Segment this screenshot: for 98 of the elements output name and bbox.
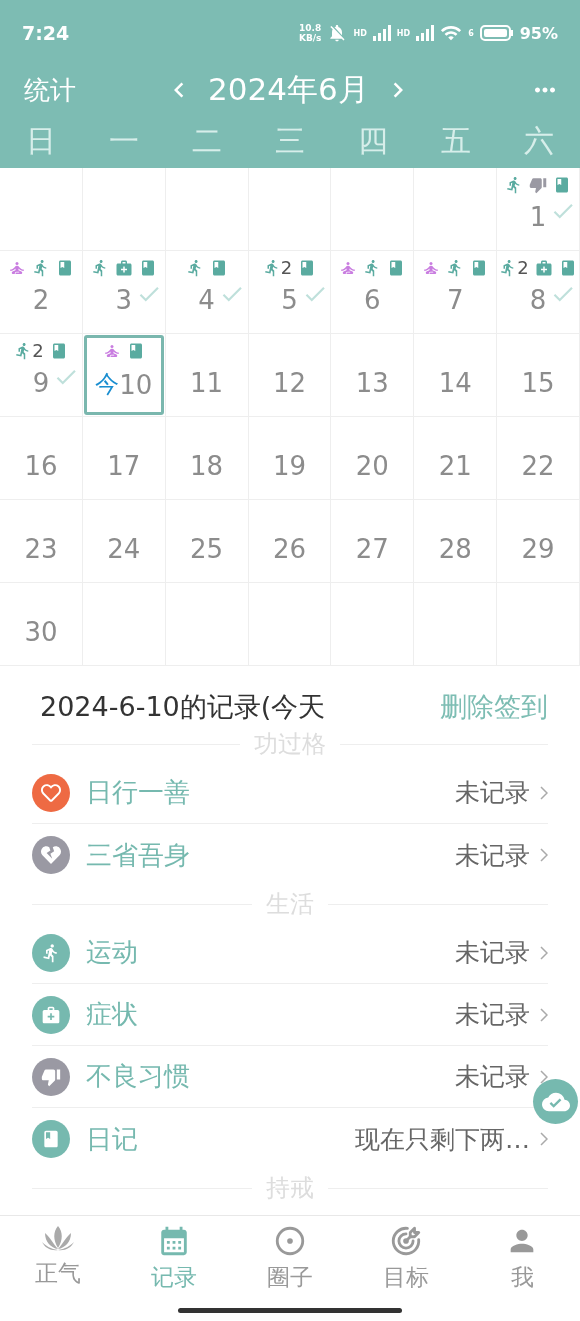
weekday-label: 二 xyxy=(191,122,224,160)
calendar-day-cell[interactable]: 17 xyxy=(82,417,166,500)
month-title: 2024年6月 xyxy=(208,70,369,109)
day-number: 17 xyxy=(107,451,141,481)
day-number: 25 xyxy=(190,534,224,564)
network-speed: 10.8 KB/s xyxy=(298,23,322,43)
day-number: 26 xyxy=(272,534,307,564)
calendar-day-cell[interactable]: 29 xyxy=(497,500,580,583)
calendar-day-cell[interactable]: 12 xyxy=(248,334,332,417)
tab-item[interactable]: 目标 xyxy=(348,1224,464,1321)
record-label[interactable]: 三省吾身 xyxy=(86,837,190,873)
calendar-day-cell[interactable]: 22 xyxy=(497,417,580,500)
day-number: 8 xyxy=(529,285,547,315)
record-value: 现在只剩下两… xyxy=(355,1123,530,1156)
day-number: 18 xyxy=(190,451,224,481)
calendar-day-cell[interactable]: 11 xyxy=(165,334,249,417)
calendar-day-cell[interactable]: 21 xyxy=(414,417,498,500)
day-number: 22 xyxy=(521,451,555,481)
day-number: 13 xyxy=(355,368,389,398)
weekday-label: 一 xyxy=(108,122,141,160)
day-number: 9 xyxy=(32,368,50,398)
weekday-label: 三 xyxy=(274,122,306,160)
day-number: 27 xyxy=(355,534,389,564)
day-number: 14 xyxy=(438,368,472,398)
calendar-day-cell[interactable]: 16 xyxy=(0,417,83,500)
record-date-title: 2024-6-10的记录(今天 xyxy=(40,690,326,724)
day-number: 7 xyxy=(446,285,464,315)
battery-percent: 95% xyxy=(519,23,558,43)
calendar-day-cell[interactable]: 3 xyxy=(82,251,166,334)
day-number: 28 xyxy=(438,534,472,564)
weekday-label: 四 xyxy=(356,122,389,160)
calendar-day-cell[interactable]: 2 xyxy=(0,251,83,334)
calendar-day-cell[interactable]: 4 xyxy=(165,251,249,334)
day-number: 4 xyxy=(198,285,215,315)
day-number: 16 xyxy=(24,451,58,481)
day-number: 30 xyxy=(24,617,58,647)
calendar-day-cell[interactable]: 18 xyxy=(165,417,249,500)
tab-item[interactable]: 圈子 xyxy=(232,1224,348,1321)
day-number: 23 xyxy=(24,534,58,564)
record-value: 未记录 xyxy=(455,1061,530,1093)
weekday-label: 六 xyxy=(522,122,555,160)
mark-count: 2 xyxy=(280,259,293,277)
day-number: 2 xyxy=(32,285,50,315)
day-number: 10 xyxy=(119,370,153,400)
day-number: 5 xyxy=(281,285,298,315)
record-value: 未记录 xyxy=(455,777,530,809)
delete-checkin-link[interactable]: 删除签到 xyxy=(440,689,548,725)
calendar-day-cell[interactable]: 20 xyxy=(331,417,415,500)
record-label[interactable]: 日记 xyxy=(86,1121,138,1157)
calendar-day-cell[interactable]: 14 xyxy=(414,334,498,417)
day-number: 11 xyxy=(190,368,224,398)
calendar-day-cell[interactable]: 24 xyxy=(82,500,166,583)
calendar-day-cell[interactable]: 6 xyxy=(331,251,415,334)
tab-item[interactable]: 正气 xyxy=(0,1224,116,1321)
calendar-day-cell[interactable]: 30 xyxy=(0,583,83,666)
calendar-day-cell[interactable]: 28 xyxy=(414,500,498,583)
day-number: 19 xyxy=(272,451,307,481)
calendar-day-cell[interactable]: 27 xyxy=(331,500,415,583)
day-number: 1 xyxy=(529,202,547,232)
stats-link[interactable]: 统计 xyxy=(24,76,164,104)
record-value: 未记录 xyxy=(455,839,530,872)
calendar-day-cell[interactable]: 25 xyxy=(165,500,249,583)
record-label[interactable]: 症状 xyxy=(86,997,138,1032)
mark-count: 2 xyxy=(32,342,44,360)
hd-label: HD xyxy=(396,28,411,38)
record-value: 未记录 xyxy=(455,999,530,1031)
day-number: 3 xyxy=(115,285,133,315)
calendar-day-cell[interactable]: 13 xyxy=(331,334,415,417)
record-label[interactable]: 日行一善 xyxy=(86,775,190,810)
today-label: 今 xyxy=(95,369,120,400)
calendar-day-cell[interactable]: 7 xyxy=(414,251,498,334)
status-time: 7:24 xyxy=(22,22,70,44)
day-number: 20 xyxy=(355,451,389,481)
calendar-day-cell[interactable]: 2 5 xyxy=(248,251,332,334)
calendar-day-cell[interactable]: 19 xyxy=(248,417,332,500)
calendar-day-cell[interactable]: 23 xyxy=(0,500,83,583)
day-number: 6 xyxy=(364,285,381,315)
day-number: 21 xyxy=(438,451,472,481)
record-label[interactable]: 不良习惯 xyxy=(86,1059,190,1094)
tab-item[interactable]: 我 xyxy=(464,1224,580,1321)
wifi-label: 6 xyxy=(468,28,474,38)
calendar-day-cell[interactable]: 2 9 xyxy=(0,334,83,417)
calendar-day-cell[interactable]: 2 8 xyxy=(497,251,580,334)
tab-item[interactable]: 记录 xyxy=(116,1224,232,1321)
calendar-day-cell[interactable]: 今10 xyxy=(82,334,166,417)
weekday-label: 五 xyxy=(439,122,472,160)
record-label[interactable]: 运动 xyxy=(86,935,138,970)
calendar-day-cell[interactable]: 15 xyxy=(497,334,580,417)
day-number: 12 xyxy=(272,368,307,398)
calendar-day-cell[interactable]: 1 xyxy=(497,168,580,251)
mark-count: 2 xyxy=(517,259,529,277)
record-value: 未记录 xyxy=(455,937,530,969)
day-number: 15 xyxy=(521,368,555,398)
day-number: 24 xyxy=(107,534,141,564)
calendar-day-cell[interactable]: 26 xyxy=(248,500,332,583)
day-number: 29 xyxy=(521,534,555,564)
weekday-label: 日 xyxy=(25,122,58,160)
hd-label: HD xyxy=(353,28,367,38)
